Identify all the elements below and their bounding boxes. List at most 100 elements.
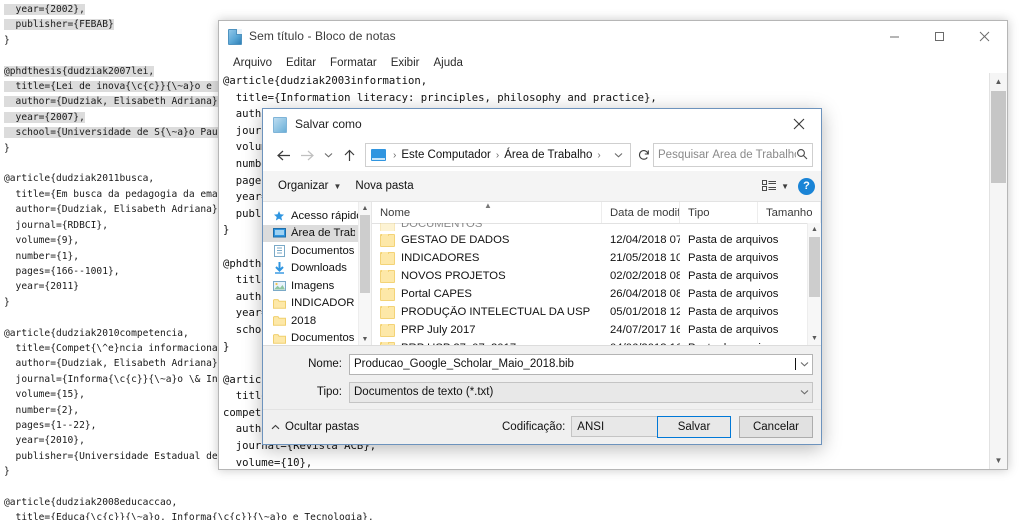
filename-input[interactable]: Producao_Google_Scholar_Maio_2018.bib bbox=[349, 353, 813, 375]
refresh-icon[interactable] bbox=[635, 149, 653, 161]
scroll-up-icon[interactable]: ▲ bbox=[990, 73, 1007, 90]
file-name-cell: GESTAO DE DADOS bbox=[372, 233, 602, 247]
sidebar-item-indicadores[interactable]: INDICADORES bbox=[263, 295, 371, 313]
notepad-vertical-scrollbar[interactable]: ▲ ▼ bbox=[989, 73, 1007, 469]
menu-formatar[interactable]: Formatar bbox=[323, 55, 384, 71]
hide-folders-label: Ocultar pastas bbox=[285, 421, 360, 433]
chevron-down-icon[interactable] bbox=[796, 389, 812, 395]
close-icon[interactable] bbox=[962, 21, 1007, 51]
scroll-up-icon[interactable]: ▲ bbox=[359, 202, 371, 214]
hide-folders-toggle[interactable]: Ocultar pastas bbox=[271, 421, 359, 433]
back-arrow-icon[interactable] bbox=[271, 143, 295, 167]
breadcrumb-item-computer[interactable]: Este Computador bbox=[399, 149, 493, 161]
column-header-tipo[interactable]: Tipo bbox=[680, 202, 758, 223]
chevron-down-icon[interactable] bbox=[609, 150, 628, 160]
menu-exibir[interactable]: Exibir bbox=[384, 55, 427, 71]
file-name-text: PRP July 2017 bbox=[401, 324, 476, 336]
scroll-down-icon[interactable]: ▼ bbox=[990, 452, 1007, 469]
scroll-down-icon[interactable]: ▼ bbox=[359, 333, 371, 345]
sidebar-item-acesso-r-pido[interactable]: Acesso rápido bbox=[263, 207, 371, 225]
filename-row: Nome: Producao_Google_Scholar_Maio_2018.… bbox=[271, 353, 813, 375]
up-arrow-icon[interactable] bbox=[337, 143, 361, 167]
chevron-down-icon[interactable] bbox=[796, 361, 812, 367]
dialog-content: Acesso rápido Área de Trabalho Documentos D… bbox=[263, 202, 821, 346]
scroll-down-icon[interactable]: ▼ bbox=[808, 332, 821, 345]
sidebar-item-rea-de-trabalho[interactable]: Área de Trabalho bbox=[263, 224, 371, 242]
computer-icon bbox=[371, 149, 386, 161]
filetype-value: Documentos de texto (*.txt) bbox=[354, 386, 494, 398]
breadcrumb-separator: › bbox=[597, 149, 601, 161]
sidebar-item-label: Downloads bbox=[291, 262, 347, 275]
scrollbar-thumb[interactable] bbox=[360, 215, 370, 293]
table-row[interactable]: NOVOS PROJETOS 02/02/2018 08:56 Pasta de a… bbox=[372, 267, 808, 285]
file-list-scrollbar[interactable]: ▲ ▼ bbox=[807, 223, 821, 345]
scrollbar-thumb[interactable] bbox=[991, 91, 1006, 183]
file-date-cell: 26/04/2018 08:20 bbox=[610, 288, 680, 300]
selected-text: author={Dudziak, Elisabeth Adriana}, bbox=[4, 96, 224, 108]
folder-icon bbox=[380, 305, 395, 319]
dialog-sidebar[interactable]: Acesso rápido Área de Trabalho Documentos D… bbox=[263, 202, 372, 345]
table-row-partial[interactable]: DOCUMENTOS bbox=[372, 223, 808, 231]
file-name-cell: NOVOS PROJETOS bbox=[372, 269, 602, 283]
table-row[interactable]: Portal CAPES 26/04/2018 08:20 Pasta de arq… bbox=[372, 285, 808, 303]
scrollbar-thumb[interactable] bbox=[809, 237, 820, 297]
notepad-menubar[interactable]: Arquivo Editar Formatar Exibir Ajuda bbox=[219, 52, 1007, 73]
sidebar-item-list: Acesso rápido Área de Trabalho Documentos D… bbox=[263, 202, 371, 345]
dialog-navigation-bar[interactable]: › Este Computador › Área de Trabalho › P… bbox=[263, 139, 821, 171]
minimize-icon[interactable] bbox=[872, 21, 917, 51]
sidebar-item-documentos[interactable]: Documentos bbox=[263, 242, 371, 260]
close-icon[interactable] bbox=[776, 109, 821, 139]
help-button[interactable]: ? bbox=[798, 177, 815, 195]
save-button[interactable]: Salvar bbox=[657, 416, 731, 438]
breadcrumb-item-desktop[interactable]: Área de Trabalho bbox=[502, 149, 594, 161]
notepad-line: volume={10}, bbox=[223, 456, 313, 469]
save-as-dialog[interactable]: Salvar como › Este Computador › Área de … bbox=[262, 108, 822, 445]
file-list-header[interactable]: Nome Data de modific... Tipo Tamanho ▲ bbox=[372, 202, 821, 224]
menu-arquivo[interactable]: Arquivo bbox=[226, 55, 279, 71]
sidebar-item-2018[interactable]: 2018 bbox=[263, 312, 371, 330]
organize-button[interactable]: Organizar ▼ bbox=[271, 177, 348, 195]
sidebar-item-label: Documentos bbox=[291, 244, 355, 257]
organize-label: Organizar bbox=[278, 180, 329, 192]
dialog-command-bar[interactable]: Organizar ▼ Nova pasta ▼ ? bbox=[263, 171, 821, 202]
new-folder-button[interactable]: Nova pasta bbox=[348, 177, 420, 195]
file-type-cell: Pasta de arquivos bbox=[688, 270, 779, 282]
file-list-rows[interactable]: DOCUMENTOS GESTAO DE DADOS 12/04/2018 07:1… bbox=[372, 223, 808, 345]
sidebar-item-imagens[interactable]: Imagens bbox=[263, 277, 371, 295]
table-row[interactable]: PRP July 2017 24/07/2017 16:45 Pasta de ar… bbox=[372, 321, 808, 339]
table-row[interactable]: INDICADORES 21/05/2018 10:52 Pasta de arqu… bbox=[372, 249, 808, 267]
scroll-up-icon[interactable]: ▲ bbox=[808, 223, 821, 236]
breadcrumb-separator: › bbox=[393, 149, 397, 161]
pictures-icon bbox=[272, 279, 286, 292]
new-folder-label: Nova pasta bbox=[355, 180, 414, 192]
chevron-down-icon[interactable]: ▼ bbox=[781, 182, 789, 191]
recent-dropdown-icon[interactable] bbox=[319, 143, 337, 167]
breadcrumb[interactable]: › Este Computador › Área de Trabalho › bbox=[365, 143, 631, 167]
table-row[interactable]: PRP USP 27_07_2017 04/06/2018 16:31Pasta … bbox=[372, 339, 808, 345]
table-row[interactable]: GESTAO DE DADOS 12/04/2018 07:16 Pasta de … bbox=[372, 231, 808, 249]
file-name-text: Portal CAPES bbox=[401, 288, 472, 300]
file-name-text: GESTAO DE DADOS bbox=[401, 234, 510, 246]
sidebar-item-documentos-elis[interactable]: Documentos Elis bbox=[263, 330, 371, 346]
file-date-cell: 21/05/2018 10:52 bbox=[610, 252, 680, 264]
search-placeholder: Pesquisar Área de Trabalho bbox=[658, 149, 796, 161]
search-icon[interactable] bbox=[796, 148, 808, 163]
cancel-button[interactable]: Cancelar bbox=[739, 416, 813, 438]
sidebar-item-downloads[interactable]: Downloads bbox=[263, 260, 371, 278]
table-row[interactable]: PRODUÇÃO INTELECTUAL DA USP 05/01/2018 12… bbox=[372, 303, 808, 321]
maximize-icon[interactable] bbox=[917, 21, 962, 51]
column-header-data[interactable]: Data de modific... bbox=[602, 202, 680, 223]
dialog-footer: Ocultar pastas Codificação: ANSI Salvar … bbox=[263, 409, 821, 444]
filetype-select[interactable]: Documentos de texto (*.txt) bbox=[349, 381, 813, 403]
dialog-titlebar[interactable]: Salvar como bbox=[263, 109, 821, 139]
download-icon bbox=[272, 262, 286, 275]
filename-value: Producao_Google_Scholar_Maio_2018.bib bbox=[354, 358, 574, 370]
search-input[interactable]: Pesquisar Área de Trabalho bbox=[653, 143, 813, 167]
menu-ajuda[interactable]: Ajuda bbox=[426, 55, 469, 71]
column-header-tamanho[interactable]: Tamanho bbox=[758, 202, 821, 223]
notepad-titlebar[interactable]: Sem título - Bloco de notas bbox=[219, 21, 1007, 52]
sidebar-scrollbar[interactable]: ▲ ▼ bbox=[358, 202, 371, 345]
file-list-pane[interactable]: Nome Data de modific... Tipo Tamanho ▲ D… bbox=[372, 202, 821, 345]
menu-editar[interactable]: Editar bbox=[279, 55, 323, 71]
view-layout-icon[interactable]: ▼ bbox=[757, 177, 794, 195]
